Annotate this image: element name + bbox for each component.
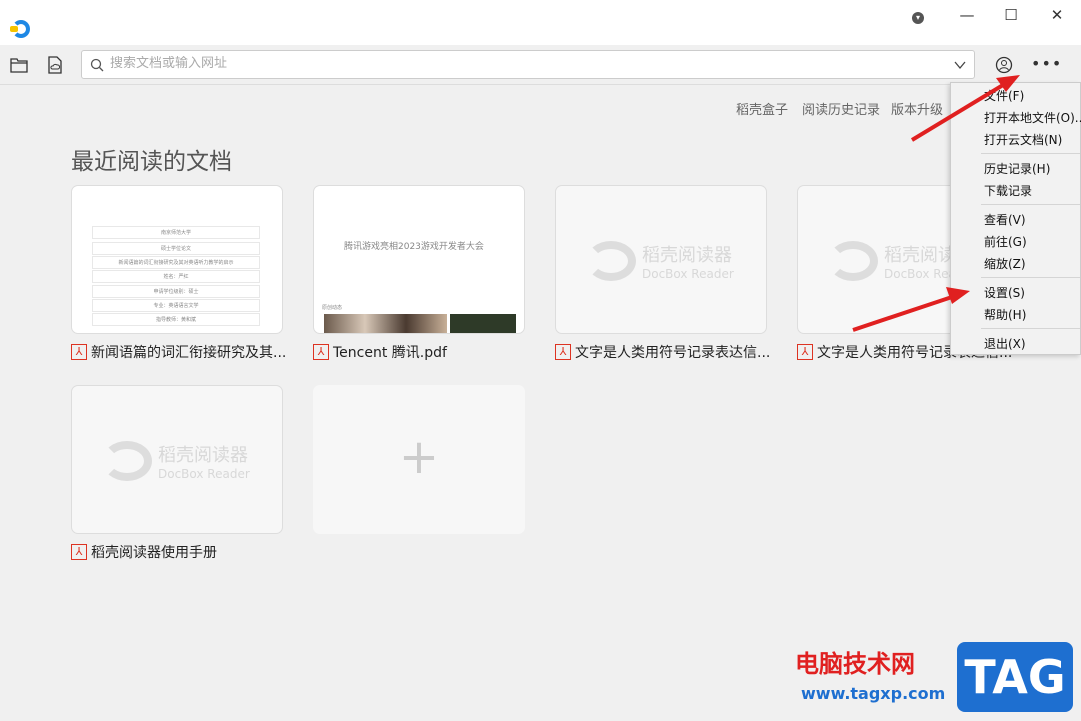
watermark: 电脑技术网 www.tagxp.com TAG: [795, 640, 1075, 715]
arrow-to-settings: [852, 294, 956, 332]
annotation-arrows: [852, 75, 1020, 332]
arrow-to-more-button: [910, 80, 1010, 142]
